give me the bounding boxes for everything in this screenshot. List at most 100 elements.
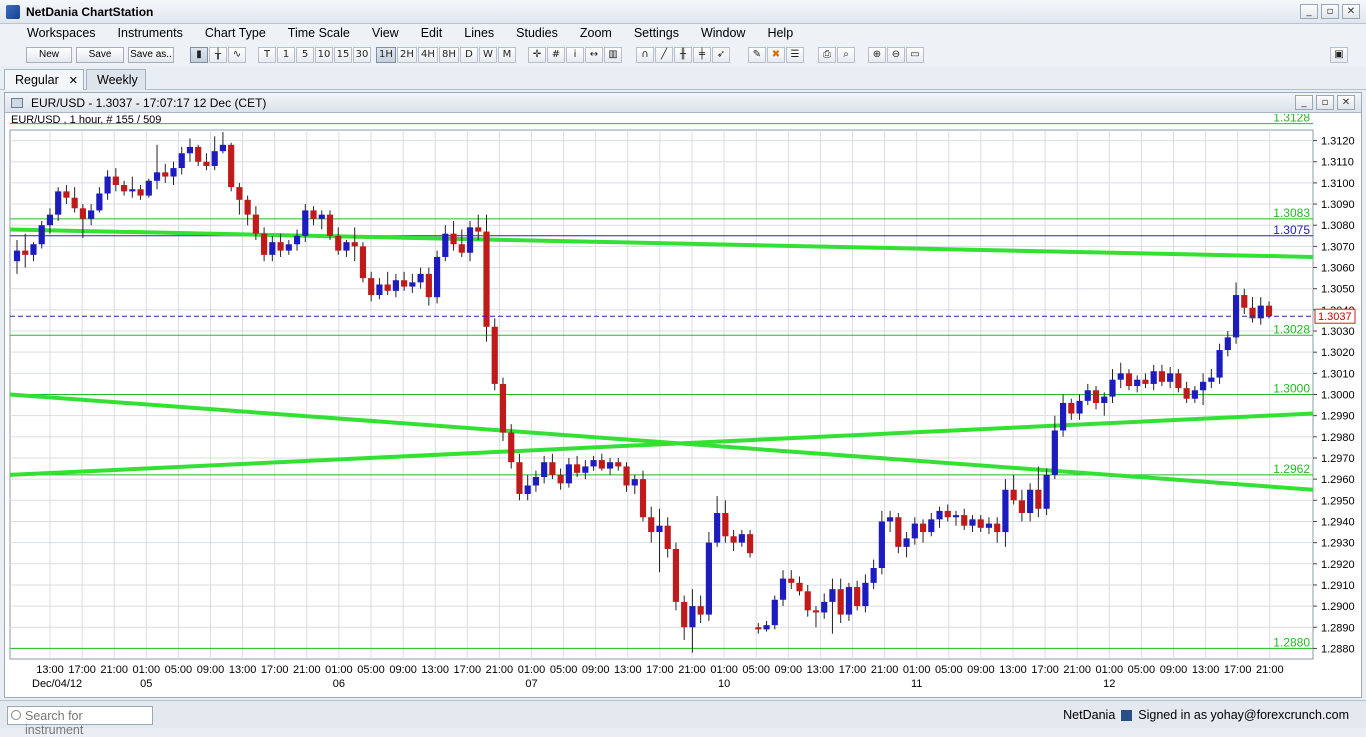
candle-body	[203, 161, 210, 166]
candle-body	[508, 432, 515, 463]
candle-body	[969, 519, 976, 526]
menu-chart-type[interactable]: Chart Type	[194, 24, 277, 44]
period-15-button[interactable]: 15	[334, 47, 352, 63]
menu-window[interactable]: Window	[690, 24, 756, 44]
menu-lines[interactable]: Lines	[453, 24, 505, 44]
chart-close-button[interactable]: ✕	[1337, 95, 1355, 110]
tab-regular[interactable]: Regular ✕	[4, 69, 84, 90]
tab-weekly[interactable]: Weekly	[86, 69, 146, 90]
candle-body	[516, 462, 523, 494]
object-list-icon[interactable]: ☰	[786, 47, 804, 63]
candle-body	[343, 242, 350, 251]
candle-body	[755, 627, 762, 630]
save-button[interactable]: Save	[76, 47, 124, 63]
menu-zoom[interactable]: Zoom	[569, 24, 623, 44]
period-4h-button[interactable]: 4H	[418, 47, 438, 63]
period-10-button[interactable]: 10	[315, 47, 333, 63]
zoom-in-icon[interactable]: ⊕	[868, 47, 886, 63]
channel-tool-icon[interactable]: ╪	[693, 47, 711, 63]
x-time-label: 01:00	[518, 664, 546, 676]
crosshair-icon[interactable]: ✛	[528, 47, 546, 63]
zoom-reset-icon[interactable]: ▭	[906, 47, 924, 63]
candle-body	[277, 242, 284, 251]
bell-curve-icon[interactable]: ∩	[636, 47, 654, 63]
candle-body	[1216, 350, 1223, 378]
candle-body	[919, 523, 927, 533]
volume-icon[interactable]: ▥	[604, 47, 622, 63]
period-30-button[interactable]: 30	[353, 47, 371, 63]
candle-body	[1241, 295, 1248, 308]
close-button[interactable]: ✕	[1342, 4, 1360, 19]
panel-toggle-icon[interactable]: ▣	[1330, 47, 1348, 63]
print-icon[interactable]: ⎙	[818, 47, 836, 63]
restore-button[interactable]: ▫	[1321, 4, 1339, 19]
scroll-arrows-icon[interactable]: ↔	[585, 47, 603, 63]
candle-body	[738, 534, 745, 543]
period-t-button[interactable]: T	[258, 47, 276, 63]
period-w-button[interactable]: W	[479, 47, 497, 63]
candle-body	[994, 523, 1001, 533]
bar-chart-icon[interactable]: ╁	[209, 47, 227, 63]
fib-tool-icon[interactable]: ╫	[674, 47, 692, 63]
menu-settings[interactable]: Settings	[623, 24, 690, 44]
save-as-button[interactable]: Save as..	[128, 47, 174, 63]
candle-body	[763, 625, 770, 630]
signed-in-label: Signed in as yohay@forexcrunch.com	[1138, 708, 1349, 722]
instrument-search-input[interactable]: Search for instrument	[7, 706, 153, 737]
x-time-label: 05:00	[357, 664, 385, 676]
period-8h-button[interactable]: 8H	[439, 47, 459, 63]
pen-icon[interactable]: ✎	[748, 47, 766, 63]
candle-body	[936, 510, 943, 520]
menu-studies[interactable]: Studies	[505, 24, 569, 44]
candle-body	[903, 538, 910, 547]
menu-instruments[interactable]: Instruments	[107, 24, 194, 44]
delete-icon[interactable]: ✖	[767, 47, 785, 63]
price-level-label: 1.2962	[1273, 462, 1310, 476]
candle-body	[656, 525, 663, 533]
info-icon[interactable]: i	[566, 47, 584, 63]
menu-time-scale[interactable]: Time Scale	[277, 24, 361, 44]
candle-body	[1167, 373, 1174, 382]
grid-icon[interactable]: #	[547, 47, 565, 63]
candle-body	[1010, 489, 1017, 501]
zoom-out-icon[interactable]: ⊖	[887, 47, 905, 63]
menu-workspaces[interactable]: Workspaces	[16, 24, 107, 44]
candle-body	[137, 189, 144, 196]
period-m-button[interactable]: M	[498, 47, 516, 63]
chart-minimize-button[interactable]: _	[1295, 95, 1313, 110]
candle-body	[829, 589, 836, 602]
period-5-button[interactable]: 5	[296, 47, 314, 63]
period-1-button[interactable]: 1	[277, 47, 295, 63]
print-preview-icon[interactable]: ⌕	[837, 47, 855, 63]
x-time-label: 05:00	[935, 664, 963, 676]
candle-body	[219, 144, 227, 152]
candle-body	[779, 578, 787, 600]
candle-body	[730, 536, 737, 543]
x-time-label: 21:00	[871, 664, 899, 676]
menu-edit[interactable]: Edit	[410, 24, 454, 44]
pointer-icon[interactable]: ➶	[712, 47, 730, 63]
period-d-button[interactable]: D	[460, 47, 478, 63]
y-tick-label: 1.3120	[1321, 136, 1355, 148]
x-time-label: 01:00	[710, 664, 738, 676]
y-tick-label: 1.2930	[1321, 538, 1355, 550]
y-tick-label: 1.2990	[1321, 411, 1355, 423]
period-1h-button[interactable]: 1H	[376, 47, 396, 63]
menu-view[interactable]: View	[361, 24, 410, 44]
candlestick-chart-icon[interactable]: ▮	[190, 47, 208, 63]
tab-close-icon[interactable]: ✕	[69, 75, 78, 87]
candle-body	[433, 256, 441, 298]
price-chart[interactable]: 13:00 17:00 21:00 01:00 05:00 09:00 13:00 17:00…	[5, 114, 1361, 698]
chart-restore-button[interactable]: ▫	[1316, 95, 1334, 110]
candle-body	[672, 548, 680, 602]
menu-help[interactable]: Help	[756, 24, 804, 44]
candle-body	[862, 582, 869, 607]
period-2h-button[interactable]: 2H	[397, 47, 417, 63]
minimize-button[interactable]: _	[1300, 4, 1318, 19]
candle-body	[1249, 307, 1256, 319]
new-button[interactable]: New	[26, 47, 72, 63]
candle-body	[392, 280, 399, 291]
trendline-tool-icon[interactable]: ╱	[655, 47, 673, 63]
line-chart-icon[interactable]: ∿	[228, 47, 246, 63]
candle-body	[195, 146, 202, 162]
